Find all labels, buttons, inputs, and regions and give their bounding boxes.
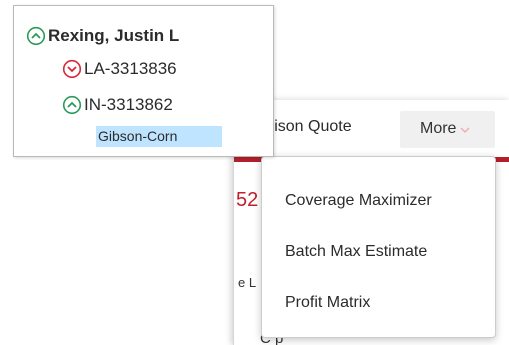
menu-item-coverage-maximizer[interactable]: Coverage Maximizer (262, 183, 495, 219)
tree-node-label: LA-3313836 (84, 59, 177, 78)
menu-item-label: Profit Matrix (285, 294, 371, 311)
tree-leaf-label: Gibson-Corn (98, 128, 178, 144)
tree-node-root[interactable]: Rexing, Justin L (26, 26, 266, 46)
tree-node-label: Rexing, Justin L (48, 26, 180, 45)
partial-red-text: 52 (236, 189, 259, 211)
chevron-up-circle-icon[interactable] (26, 26, 46, 46)
tree-leaf-selected[interactable]: Gibson-Corn (96, 126, 222, 147)
menu-item-profit-matrix[interactable]: Profit Matrix (262, 285, 495, 321)
tree-node-la[interactable]: LA-3313836 (62, 59, 222, 79)
tree-node-in[interactable]: IN-3313862 (62, 95, 222, 115)
more-button[interactable]: More (400, 111, 495, 148)
menu-item-label: Batch Max Estimate (285, 243, 428, 260)
chevron-down-circle-icon[interactable] (62, 59, 82, 79)
menu-item-label: Coverage Maximizer (285, 192, 432, 209)
toolbar: arison Quote More (234, 100, 509, 160)
policy-tree-popup: Rexing, Justin L LA-3313836 IN-3313862 G… (13, 5, 274, 157)
menu-item-batch-max-estimate[interactable]: Batch Max Estimate (262, 234, 495, 270)
screen: arison Quote More 52 e L C p Coverage Ma… (0, 0, 509, 345)
partial-label-text: e L (238, 275, 257, 290)
chevron-up-circle-icon[interactable] (62, 95, 82, 115)
more-dropdown-menu: Coverage Maximizer Batch Max Estimate Pr… (261, 156, 496, 338)
tree-node-label: IN-3313862 (84, 95, 173, 114)
more-button-label: More (420, 120, 457, 137)
chevron-down-icon (460, 127, 470, 133)
